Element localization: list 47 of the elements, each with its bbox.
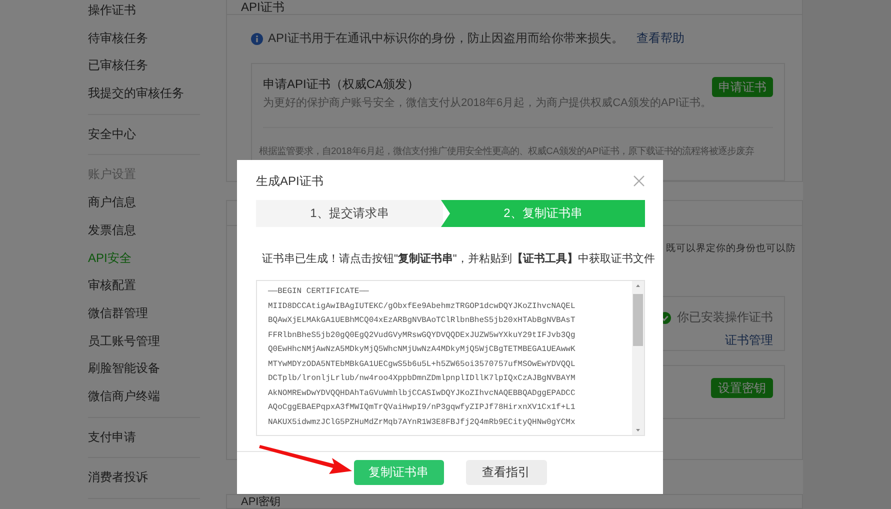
panel-title: API证书 [227,0,802,15]
certificate-line: MTYwMDYzODA5NTEbMBkGA1UECgwS5b6u5L+h5ZW65oi3570757ufMSOwEwYDVQQL [268,358,576,370]
sidebar-item[interactable]: 员工账号管理 [88,328,200,356]
apply-certificate-button[interactable]: 申请证书 [712,77,773,97]
certificate-line: AQoCggEBAEPqpxA3fMWIQmTrQVaiHwpI9/nP3gqwfyZIPJf78HirxnXV1Cx1f+L1 [268,402,576,414]
sidebar-item[interactable]: 微信群管理 [88,300,200,328]
status-text: 你已安装操作证书 [677,309,773,326]
card-title: 申请API证书（权威CA颁发） [263,76,420,93]
certificate-text-area[interactable] [256,280,645,436]
sidebar-item[interactable]: 微信商户终端 [88,382,200,411]
sidebar-item[interactable]: 我提交的审核任务 [88,80,200,108]
sidebar-item[interactable]: 已审核任务 [88,52,200,80]
certificate-line: Q0EwHhcNMjAwNzA5MDkyMjQ5WhcNMjUwNzA4MDkyMjQ5WjCBgTETMBEGA1UEAwwK [268,344,576,356]
sidebar-item[interactable]: API安全 [88,244,200,272]
notice-text: API证书用于在通讯中标识你的身份，防止因盗用而给你带来损失。 [268,30,624,47]
sidebar-item[interactable]: 商户信息 [88,189,200,217]
help-link[interactable]: 查看帮助 [636,30,684,47]
certificate-line: NAKUX5idwmzJClG5PZHuMdZrMqb7AYnR1W3E8FBJfj2Q4mRb9ECityQHNw0gYCMx [268,416,576,428]
certificate-line: AkNOMREwDwYDVQQHDAhTaGVuWmhlbjCCASIwDQYJKoZIhvcNAQEBBQADggEPADCC [268,388,576,400]
certificate-line: FFRlbnBheS5jb20gQ0EgQ2VudGVyMRswGQYDVQQDExJUZW5wYXkuY29tIFJvb3Qg [268,330,576,342]
success-message: 证书串已生成！请点击按钮"复制证书串"，并粘贴到【证书工具】中获取证书文件 [262,252,655,266]
copy-button[interactable]: 复制证书串 [354,460,444,484]
step-tab[interactable]: 1、提交请求串 [256,200,443,227]
card-description: 为更好的保护商户账号安全，微信支付从2018年6月起，为商户提供权威CA颁发的API证书。 [263,96,712,110]
sidebar-item[interactable]: 刷脸智能设备 [88,355,200,383]
sidebar-item[interactable]: 待审核任务 [88,24,200,52]
sidebar-item[interactable]: 操作证书 [88,0,200,25]
description-text: 既可以界定你的身份也可以防 [666,242,796,255]
set-key-button[interactable]: 设置密钥 [711,378,773,398]
certificate-manage-link[interactable]: 证书管理 [725,332,773,349]
dialog-title: 生成API证书 [256,172,324,190]
certificate-line: BQAwXjELMAkGA1UEBhMCQ04xEzARBgNVBAoTClRlbnBheS5jb20xHTAbBgNVBAsT [268,315,576,327]
scrollbar[interactable] [632,281,644,435]
sidebar-item[interactable]: 发票信息 [88,216,200,244]
sidebar-item[interactable]: 安全中心 [88,120,200,148]
panel-title: API密钥 [240,495,282,508]
step-tab[interactable]: 2、复制证书串 [441,200,645,227]
guide-button[interactable]: 查看指引 [466,460,546,484]
sidebar-item[interactable]: 审核配置 [88,272,200,300]
close-icon[interactable] [633,175,645,187]
certificate-line: ——BEGIN CERTIFICATE—— [268,286,370,298]
policy-text: 根据监管要求，自2018年6月起，微信支付推广使用安全性更高的、权威CA颁发的API证书，原下载证书的流程将被逐步废弃 [259,145,754,158]
sidebar-item[interactable]: 支付申请 [88,424,200,452]
sidebar-item[interactable]: 消费者投诉 [88,464,200,492]
certificate-line: DCTplb/lronljLrlub/nw4roo4XppbDmnZDmlpnplIDllK7lpIQxCzAJBgNVBAYM [268,373,576,385]
certificate-line: MIID8DCCAtigAwIBAgIUTEKC/gObxfEe9AbehmzTRGOP1dcwDQYJKoZIhvcNAQEL [268,300,576,312]
info-icon [251,32,263,44]
